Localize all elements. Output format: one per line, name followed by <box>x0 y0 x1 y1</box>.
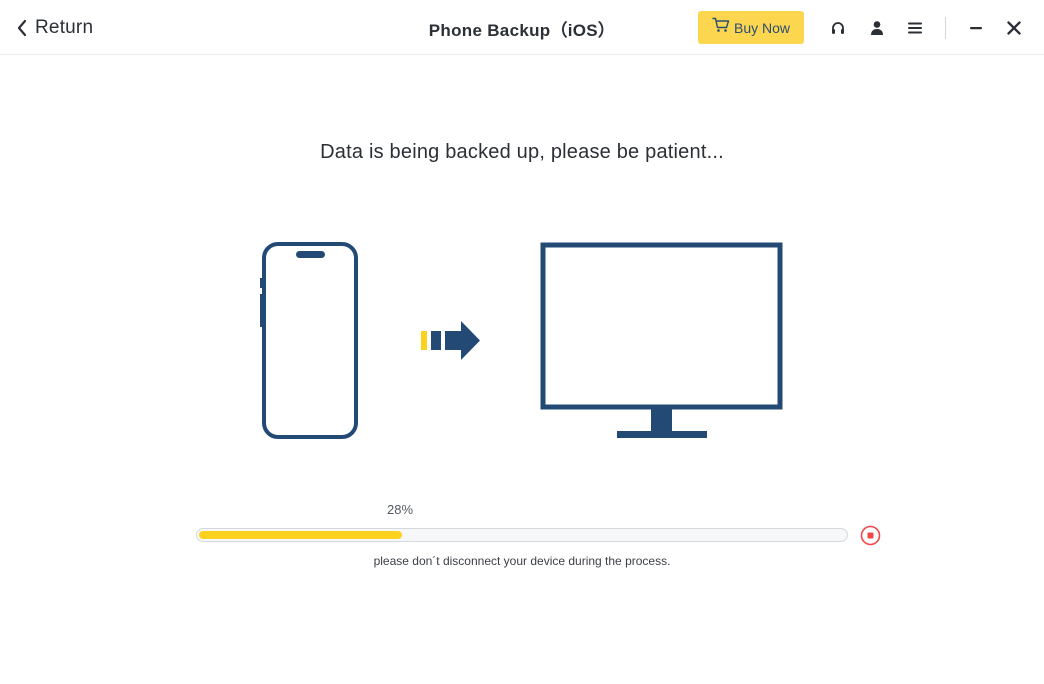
user-icon[interactable] <box>866 17 888 39</box>
progress-percent: 28% <box>386 502 414 517</box>
return-button[interactable]: Return <box>16 14 93 42</box>
minimize-icon[interactable] <box>965 17 987 39</box>
cart-icon <box>712 17 734 38</box>
menu-icon[interactable] <box>904 17 926 39</box>
transfer-arrow-icon <box>421 321 480 360</box>
backup-status-message: Data is being backed up, please be patie… <box>320 141 724 163</box>
titlebar-divider <box>945 17 946 39</box>
phone-icon <box>260 242 358 439</box>
chevron-left-icon <box>16 19 28 37</box>
return-label: Return <box>35 17 94 38</box>
backup-illustration <box>260 242 783 439</box>
buy-now-button[interactable]: Buy Now <box>698 11 804 44</box>
headset-icon[interactable] <box>827 17 849 39</box>
stop-button[interactable] <box>860 525 881 546</box>
buy-now-label: Buy Now <box>733 19 791 36</box>
progress-bar <box>196 528 848 542</box>
title-bar: Return Phone Backup（iOS） Buy Now <box>0 0 1044 55</box>
monitor-icon <box>540 242 783 438</box>
close-icon[interactable] <box>1003 17 1025 39</box>
disconnect-warning: please don´t disconnect your device duri… <box>373 554 671 568</box>
stop-icon <box>860 525 881 546</box>
progress-bar-fill <box>199 531 402 539</box>
app-window: Return Phone Backup（iOS） Buy Now Data is… <box>0 0 1044 684</box>
